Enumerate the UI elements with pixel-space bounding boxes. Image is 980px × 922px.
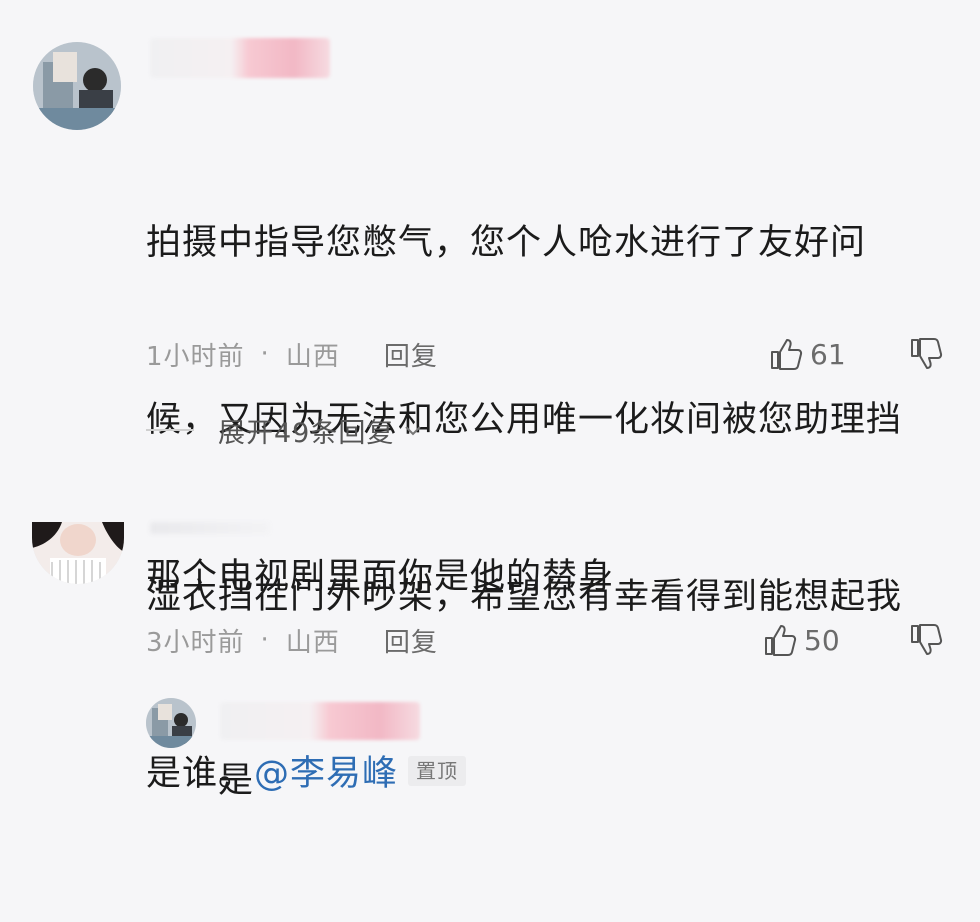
reply-button[interactable]: 回复: [384, 622, 438, 659]
avatar-image: [32, 522, 124, 584]
expand-replies-button[interactable]: 展开49条回复: [146, 410, 424, 450]
timestamp: 1小时前: [146, 341, 245, 372]
like-count: 61: [810, 337, 846, 371]
username-redacted[interactable]: [220, 702, 420, 740]
avatar[interactable]: [33, 42, 121, 130]
timestamp: 3小时前: [146, 627, 245, 658]
comment-1: 拍摄中指导您憋气，您个人呛水进行了友好问 候，又因为无法和您公用唯一化妆间被您助…: [0, 0, 980, 794]
separator-dot: ·: [260, 625, 270, 655]
username-redacted[interactable]: [150, 522, 270, 534]
thumbs-down-icon[interactable]: [908, 622, 944, 658]
avatar[interactable]: [146, 698, 196, 748]
comment-text: 那个电视剧里面你是他的替身: [146, 557, 615, 597]
thumbs-up-icon: [771, 339, 803, 370]
chevron-down-icon: [405, 426, 422, 436]
thumbs-down-icon[interactable]: [908, 336, 944, 372]
like-button[interactable]: 50: [762, 620, 840, 660]
separator-dot: ·: [260, 339, 270, 369]
avatar-image: [33, 42, 121, 130]
like-count: 50: [804, 623, 840, 657]
avatar[interactable]: [32, 522, 124, 584]
comment-meta: 3小时前 · 山西 回复: [146, 620, 438, 660]
thumbs-up-icon: [765, 625, 797, 656]
reply-button[interactable]: 回复: [384, 336, 438, 373]
comment-text-line: 拍摄中指导您憋气，您个人呛水进行了友好问: [146, 223, 867, 263]
comment-meta: 1小时前 · 山西 回复: [146, 334, 438, 374]
reply-1: 是: [0, 690, 980, 816]
location: 山西: [285, 627, 340, 658]
like-button[interactable]: 61: [768, 334, 846, 374]
reply-text: 是: [218, 761, 255, 801]
location: 山西: [285, 341, 340, 372]
comment-2: 那个电视剧里面你是他的替身 3小时前 · 山西 回复 50: [0, 490, 980, 680]
expand-replies-label: 展开49条回复: [218, 417, 395, 449]
username-redacted[interactable]: [150, 38, 330, 78]
avatar-image: [146, 698, 196, 748]
divider-line: [146, 429, 194, 431]
